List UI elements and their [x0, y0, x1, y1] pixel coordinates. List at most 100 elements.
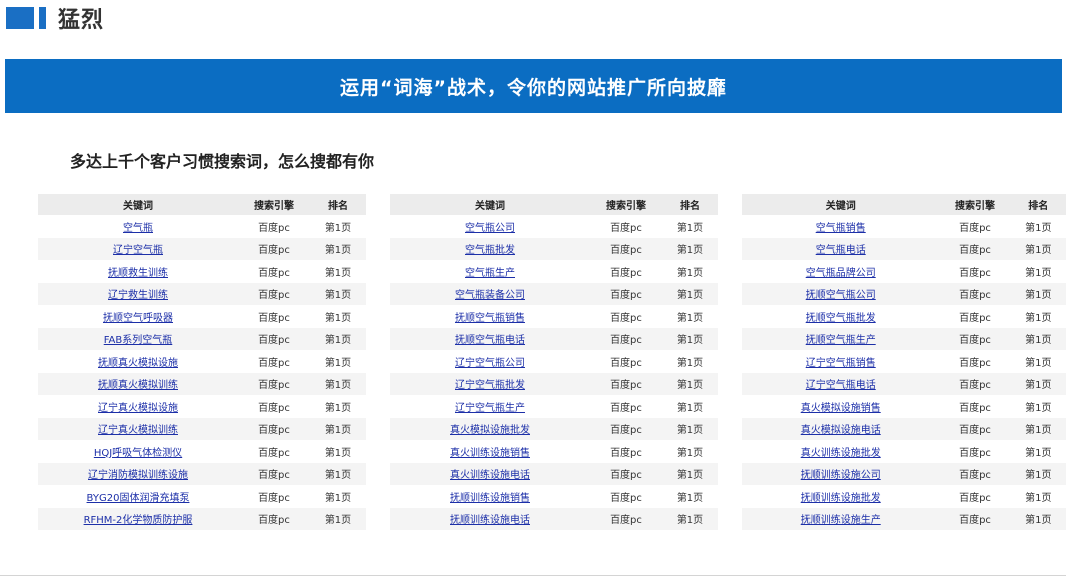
search-engine-cell: 百度pc	[238, 507, 310, 530]
keyword-link[interactable]: BYG20固体润滑充填泵	[87, 493, 190, 504]
keyword-link[interactable]: RFHM-2化学物质防护服	[84, 515, 193, 526]
keyword-link[interactable]: 空气瓶生产	[465, 268, 515, 279]
keyword-link[interactable]: 抚顺空气瓶生产	[806, 335, 876, 346]
table-row: RFHM-2化学物质防护服 百度pc 第1页	[38, 507, 366, 530]
search-engine-cell: 百度pc	[590, 507, 662, 530]
search-engine-cell: 百度pc	[258, 357, 290, 369]
table-row: 真火训练设施电话 百度pc 第1页	[390, 462, 718, 485]
keyword-cell: 辽宁消防模拟训练设施	[38, 462, 238, 485]
keyword-cell: 空气瓶电话	[742, 237, 940, 260]
keyword-cell: BYG20固体润滑充填泵	[38, 485, 238, 508]
rank-cell: 第1页	[1010, 237, 1066, 260]
keyword-link[interactable]: 抚顺训练设施销售	[450, 493, 530, 504]
keyword-link[interactable]: 真火训练设施电话	[450, 470, 530, 481]
rank-cell: 第1页	[662, 372, 718, 395]
table-row: 辽宁救生训练 百度pc 第1页	[38, 282, 366, 305]
rank-cell: 第1页	[662, 237, 718, 260]
table-row: 空气瓶销售 百度pc 第1页	[742, 215, 1066, 238]
rank-cell: 第1页	[324, 402, 352, 414]
keyword-cell: 真火模拟设施电话	[742, 417, 940, 440]
rank-cell: 第1页	[1025, 222, 1052, 234]
rank-cell: 第1页	[1025, 447, 1052, 459]
table-row: BYG20固体润滑充填泵 百度pc 第1页	[38, 485, 366, 508]
keyword-link[interactable]: 辽宁空气瓶公司	[455, 358, 525, 369]
keyword-link[interactable]: HQJ呼吸气体检测仪	[94, 448, 182, 459]
rank-cell: 第1页	[324, 447, 352, 459]
keyword-link[interactable]: 抚顺真火模拟设施	[98, 358, 178, 369]
keyword-link[interactable]: 抚顺空气瓶公司	[806, 290, 876, 301]
rank-cell: 第1页	[1025, 267, 1052, 279]
search-engine-cell: 百度pc	[258, 447, 290, 459]
keyword-link[interactable]: 抚顺真火模拟训练	[98, 380, 178, 391]
rank-cell: 第1页	[662, 282, 718, 305]
keyword-link[interactable]: 辽宁消防模拟训练设施	[88, 470, 188, 481]
section-heading: 猛烈	[6, 4, 105, 33]
keyword-link[interactable]: 空气瓶电话	[816, 245, 866, 256]
rank-cell: 第1页	[1025, 312, 1052, 324]
table-row: 辽宁空气瓶销售 百度pc 第1页	[742, 350, 1066, 373]
keyword-link[interactable]: 抚顺空气呼吸器	[103, 313, 173, 324]
section-title: 猛烈	[58, 8, 105, 33]
rank-cell: 第1页	[662, 417, 718, 440]
search-engine-cell: 百度pc	[258, 402, 290, 414]
keyword-link[interactable]: 抚顺救生训练	[108, 268, 168, 279]
search-engine-cell: 百度pc	[939, 282, 1011, 305]
search-engine-cell: 百度pc	[258, 492, 290, 504]
keyword-link[interactable]: 辽宁空气瓶销售	[806, 358, 876, 369]
rank-cell: 第1页	[676, 492, 704, 504]
keyword-link[interactable]: 空气瓶销售	[816, 223, 866, 234]
keyword-link[interactable]: FAB系列空气瓶	[104, 335, 173, 346]
rank-cell: 第1页	[1025, 402, 1052, 414]
search-engine-cell: 百度pc	[238, 282, 310, 305]
table-row: 辽宁空气瓶 百度pc 第1页	[38, 237, 366, 260]
heading-accent-block	[6, 7, 34, 29]
keyword-link[interactable]: 抚顺训练设施电话	[450, 515, 530, 526]
table-row: 真火模拟设施批发 百度pc 第1页	[390, 417, 718, 440]
keyword-link[interactable]: 真火模拟设施批发	[450, 425, 530, 436]
keyword-link[interactable]: 真火模拟设施销售	[801, 403, 881, 414]
search-engine-cell: 百度pc	[610, 357, 642, 369]
keyword-link[interactable]: 真火训练设施批发	[801, 448, 881, 459]
keyword-link[interactable]: 空气瓶公司	[465, 223, 515, 234]
column-header-keyword: 关键词	[390, 194, 590, 215]
keyword-link[interactable]: 真火模拟设施电话	[801, 425, 881, 436]
search-engine-cell: 百度pc	[939, 462, 1011, 485]
keyword-link[interactable]: 空气瓶	[123, 223, 153, 234]
keyword-link[interactable]: 真火训练设施销售	[450, 448, 530, 459]
keyword-link[interactable]: 抚顺空气瓶销售	[455, 313, 525, 324]
keyword-link[interactable]: 抚顺训练设施批发	[801, 493, 881, 504]
table-header-row: 关键词 搜索引擎 排名	[38, 194, 366, 215]
keyword-link[interactable]: 辽宁空气瓶电话	[806, 380, 876, 391]
table-row: 抚顺空气瓶销售 百度pc 第1页	[390, 305, 718, 328]
table-row: 空气瓶生产 百度pc 第1页	[390, 260, 718, 283]
keyword-link[interactable]: 辽宁真火模拟设施	[98, 403, 178, 414]
table-row: 真火训练设施批发 百度pc 第1页	[742, 440, 1066, 463]
keyword-link[interactable]: 空气瓶装备公司	[455, 290, 525, 301]
search-engine-cell: 百度pc	[590, 237, 662, 260]
search-engine-cell: 百度pc	[238, 462, 310, 485]
keyword-link[interactable]: 抚顺空气瓶批发	[806, 313, 876, 324]
keyword-link[interactable]: 辽宁空气瓶生产	[455, 403, 525, 414]
search-engine-cell: 百度pc	[610, 312, 642, 324]
keyword-link[interactable]: 辽宁救生训练	[108, 290, 168, 301]
keyword-link[interactable]: 抚顺空气瓶电话	[455, 335, 525, 346]
rank-cell: 第1页	[310, 282, 366, 305]
keyword-table-3: 关键词 搜索引擎 排名 空气瓶销售 百度pc 第1页 空气瓶电话 百度pc 第1页 空气瓶品…	[742, 194, 1066, 530]
rank-cell: 第1页	[1010, 282, 1066, 305]
keyword-link[interactable]: 空气瓶批发	[465, 245, 515, 256]
keyword-link[interactable]: 抚顺训练设施公司	[801, 470, 881, 481]
keyword-cell: 辽宁空气瓶电话	[742, 372, 940, 395]
keyword-link[interactable]: 抚顺训练设施生产	[801, 515, 881, 526]
keyword-link[interactable]: 空气瓶品牌公司	[806, 268, 876, 279]
keyword-link[interactable]: 辽宁空气瓶批发	[455, 380, 525, 391]
rank-cell: 第1页	[1010, 372, 1066, 395]
keyword-link[interactable]: 辽宁真火模拟训练	[98, 425, 178, 436]
column-header-keyword: 关键词	[742, 194, 940, 215]
keyword-cell: 抚顺训练设施销售	[390, 485, 590, 508]
column-header-search-engine: 搜索引擎	[238, 194, 310, 215]
table-row: 辽宁真火模拟训练 百度pc 第1页	[38, 417, 366, 440]
search-engine-cell: 百度pc	[590, 282, 662, 305]
search-engine-cell: 百度pc	[238, 417, 310, 440]
keyword-link[interactable]: 辽宁空气瓶	[113, 245, 163, 256]
keyword-cell: 抚顺空气瓶电话	[390, 327, 590, 350]
